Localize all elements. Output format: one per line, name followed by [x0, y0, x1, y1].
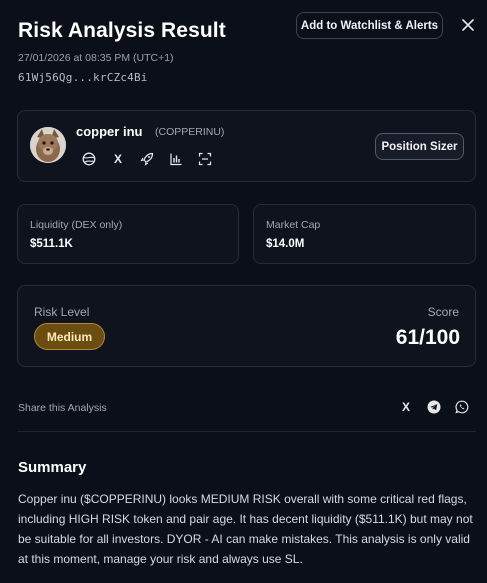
position-sizer-button[interactable]: Position Sizer	[375, 133, 464, 160]
summary-title: Summary	[18, 459, 87, 476]
globe-icon[interactable]	[81, 151, 97, 167]
token-card: copper inu (COPPERINU) X Position Sizer	[17, 110, 476, 182]
score-value: 61/100	[395, 326, 460, 349]
share-x-icon[interactable]: X	[399, 400, 413, 414]
market-cap-card: Market Cap $14.0M	[253, 204, 476, 264]
summary-text: Copper inu ($COPPERINU) looks MEDIUM RIS…	[18, 492, 473, 566]
market-cap-value: $14.0M	[266, 238, 305, 250]
chart-bars-icon[interactable]	[168, 151, 184, 167]
risk-level-badge: Medium	[34, 323, 105, 350]
risk-analysis-panel: Risk Analysis Result Add to Watchlist & …	[0, 0, 487, 583]
share-label: Share this Analysis	[18, 402, 107, 414]
rocket-icon[interactable]	[139, 151, 155, 167]
token-links: X	[81, 151, 213, 167]
scan-icon[interactable]	[197, 151, 213, 167]
risk-level-label: Risk Level	[34, 305, 90, 319]
score-label: Score	[427, 305, 459, 319]
liquidity-label: Liquidity (DEX only)	[30, 219, 123, 231]
liquidity-card: Liquidity (DEX only) $511.1K	[17, 204, 239, 264]
analysis-timestamp: 27/01/2026 at 08:35 PM (UTC+1)	[18, 52, 174, 64]
token-name: copper inu	[76, 124, 143, 139]
token-avatar	[30, 127, 66, 163]
token-symbol: (COPPERINU)	[155, 126, 225, 138]
divider	[17, 431, 476, 432]
token-address[interactable]: 61Wj56Qg...krCZc4Bi	[18, 71, 148, 84]
share-buttons: X	[399, 400, 469, 414]
telegram-icon[interactable]	[427, 400, 441, 414]
market-cap-label: Market Cap	[266, 219, 321, 231]
add-to-watchlist-button[interactable]: Add to Watchlist & Alerts	[296, 12, 443, 39]
whatsapp-icon[interactable]	[455, 400, 469, 414]
x-icon[interactable]: X	[110, 151, 126, 167]
risk-card: Risk Level Medium Score 61/100	[17, 285, 476, 367]
close-icon[interactable]	[460, 17, 476, 33]
page-title: Risk Analysis Result	[18, 19, 226, 42]
liquidity-value: $511.1K	[30, 238, 73, 250]
